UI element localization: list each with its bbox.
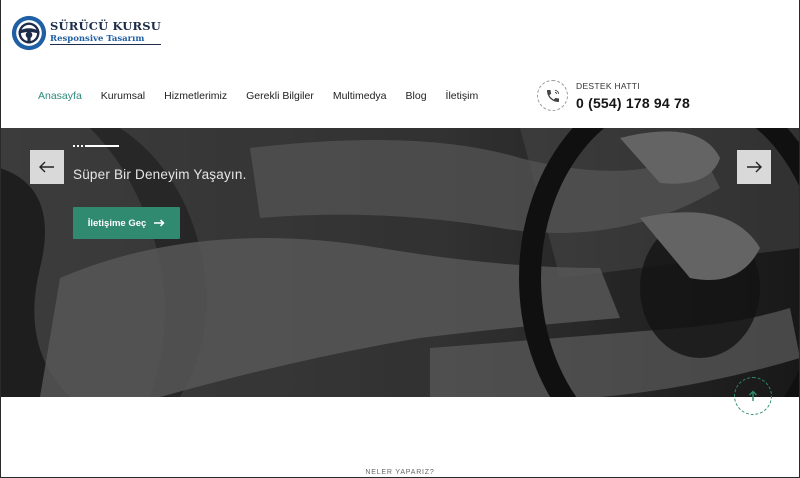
contact-cta-button[interactable]: İletişime Geç (73, 207, 180, 239)
arrow-up-icon (749, 390, 757, 401)
steering-wheel-icon (11, 15, 47, 51)
hero-decoration-dots (73, 145, 119, 147)
arrow-left-icon (39, 161, 54, 173)
slider-next-button[interactable] (737, 150, 771, 184)
scroll-to-top-button[interactable] (734, 377, 772, 415)
support-label: DESTEK HATTI (576, 80, 640, 91)
hero-tagline: Süper Bir Deneyim Yaşayın. (73, 167, 247, 182)
nav-item-blog[interactable]: Blog (406, 90, 427, 102)
site-logo[interactable]: SÜRÜCÜ KURSU Responsive Tasarım (10, 14, 162, 52)
contact-cta-label: İletişime Geç (87, 217, 147, 229)
slider-prev-button[interactable] (30, 150, 64, 184)
section-label: NELER YAPARIZ? (365, 469, 435, 476)
nav-item-gerekli-bilgiler[interactable]: Gerekli Bilgiler (246, 90, 314, 102)
nav-item-anasayfa[interactable]: Anasayfa (38, 90, 82, 102)
logo-title: SÜRÜCÜ KURSU (50, 19, 162, 33)
logo-subtitle: Responsive Tasarım (50, 34, 162, 45)
nav-item-kurumsal[interactable]: Kurumsal (101, 90, 145, 102)
support-hotline[interactable]: DESTEK HATTI 0 (554) 178 94 78 (537, 80, 690, 111)
arrow-right-icon (154, 219, 165, 227)
site-header: SÜRÜCÜ KURSU Responsive Tasarım Anasayfa… (0, 0, 800, 128)
main-nav: Anasayfa Kurumsal Hizmetlerimiz Gerekli … (38, 90, 497, 102)
phone-icon (537, 80, 568, 111)
nav-item-multimedya[interactable]: Multimedya (333, 90, 387, 102)
support-phone[interactable]: 0 (554) 178 94 78 (576, 95, 690, 111)
hero-slider: Süper Bir Deneyim Yaşayın. İletişime Geç (0, 128, 800, 397)
nav-item-iletisim[interactable]: İletişim (446, 90, 479, 102)
nav-item-hizmetlerimiz[interactable]: Hizmetlerimiz (164, 90, 227, 102)
arrow-right-icon (747, 161, 762, 173)
